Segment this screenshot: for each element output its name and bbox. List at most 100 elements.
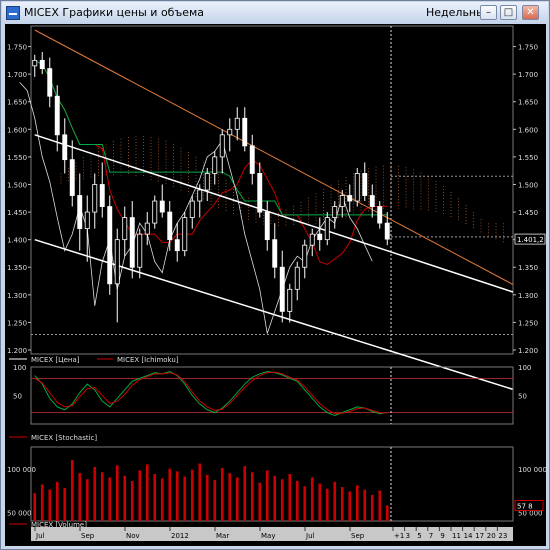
candle-body bbox=[309, 233, 315, 246]
candle-body bbox=[377, 206, 383, 224]
price-tick-label-right: 1.300 bbox=[518, 292, 538, 300]
price-tick-label-left: 1.350 bbox=[7, 264, 27, 272]
price-tick-label-right: 1.250 bbox=[518, 319, 538, 327]
time-tick-label: 9 bbox=[440, 532, 444, 540]
last-price-label: 1.401,2 bbox=[517, 236, 544, 244]
application-window: MICEX Графики цены и объема Недельный – … bbox=[0, 0, 550, 550]
stoch-tick-label-left: 50 bbox=[13, 393, 22, 401]
price-tick-label-left: 1.750 bbox=[7, 44, 27, 52]
price-tick-label-right: 1.650 bbox=[518, 99, 538, 107]
time-tick-label: 3 bbox=[406, 532, 410, 540]
time-tick-label: 11 bbox=[452, 532, 461, 540]
chart-app-icon bbox=[6, 6, 20, 20]
price-tick-label-right: 1.600 bbox=[518, 126, 538, 134]
price-tick-label-right: 1.750 bbox=[518, 44, 538, 52]
time-tick-label: Jul bbox=[305, 532, 315, 540]
candle-body bbox=[264, 211, 270, 241]
candle-body bbox=[144, 222, 150, 235]
legend-price: MICEX [Цена] bbox=[31, 356, 80, 364]
candle-body bbox=[137, 233, 143, 268]
candle-body bbox=[257, 173, 263, 213]
price-tick-label-right: 1.350 bbox=[518, 264, 538, 272]
candle-body bbox=[294, 266, 300, 290]
candle-body bbox=[242, 117, 248, 147]
time-tick-label: Sep bbox=[81, 532, 95, 540]
price-tick-label-left: 1.700 bbox=[7, 71, 27, 79]
candle-body bbox=[47, 68, 53, 97]
price-tick-label-right: 1.550 bbox=[518, 154, 538, 162]
time-tick-label: 7 bbox=[429, 532, 433, 540]
price-tick-label-right: 1.700 bbox=[518, 71, 538, 79]
time-tick-label: 2012 bbox=[171, 532, 189, 540]
candle-body bbox=[339, 195, 345, 207]
candle-body bbox=[324, 217, 330, 241]
time-axis: Jul Sep Nov 2012 Mar May Jul Sep +1 3 5 7 9 11 14 17 20 2… bbox=[31, 527, 513, 541]
volume-tick-label-right: 100 000 bbox=[518, 466, 546, 474]
candle-body bbox=[39, 59, 45, 70]
time-tick-label: +1 bbox=[394, 532, 404, 540]
candle-body bbox=[384, 222, 390, 240]
price-tick-label-right: 1.450 bbox=[518, 209, 538, 217]
time-tick-label: 14 bbox=[464, 532, 473, 540]
candle-body bbox=[92, 184, 98, 213]
candle-body bbox=[182, 217, 188, 252]
price-tick-label-right: 1.500 bbox=[518, 181, 538, 189]
price-tick-label-left: 1.550 bbox=[7, 154, 27, 162]
price-tick-label-left: 1.400 bbox=[7, 237, 27, 245]
title-bar[interactable]: MICEX Графики цены и объема Недельный – … bbox=[2, 2, 548, 24]
price-tick-label-right: 1.200 bbox=[518, 347, 538, 355]
candle-body bbox=[114, 239, 120, 285]
minimize-button[interactable]: – bbox=[480, 5, 497, 20]
candle-body bbox=[62, 134, 68, 161]
window-title: MICEX Графики цены и объема bbox=[24, 6, 205, 19]
candle-body bbox=[362, 173, 368, 196]
time-tick-label: 20 bbox=[487, 532, 496, 540]
price-tick-label-left: 1.650 bbox=[7, 99, 27, 107]
candle-body bbox=[54, 95, 60, 136]
candle-body bbox=[287, 288, 293, 312]
price-tick-label-left: 1.200 bbox=[7, 347, 27, 355]
price-tick-label-left: 1.250 bbox=[7, 319, 27, 327]
candle-body bbox=[354, 173, 360, 202]
time-tick-label: Jul bbox=[35, 532, 45, 540]
volume-tick-label-left: 100 000 bbox=[7, 466, 36, 474]
price-tick-label-left: 1.500 bbox=[7, 181, 27, 189]
time-tick-label: 5 bbox=[417, 532, 421, 540]
time-tick-label: Mar bbox=[216, 532, 229, 540]
candle-body bbox=[69, 159, 75, 196]
chart-area[interactable]: 1.750 1.750 1.700 1.700 1.650 1.650 1.600 1.600… bbox=[5, 24, 547, 546]
candle-body bbox=[77, 195, 83, 230]
legend-ichimoku: MICEX [Ichimoku] bbox=[117, 356, 179, 364]
volume-tick-label-left: 50 000 bbox=[7, 509, 32, 517]
candle-body bbox=[317, 233, 323, 241]
candle-body bbox=[249, 145, 255, 174]
stoch-tick-label-left: 100 bbox=[13, 364, 26, 372]
time-tick-label: 17 bbox=[475, 532, 484, 540]
time-tick-label: Nov bbox=[126, 532, 140, 540]
price-tick-label-left: 1.300 bbox=[7, 292, 27, 300]
candle-body bbox=[227, 128, 233, 136]
stoch-tick-label-right: 100 bbox=[518, 364, 531, 372]
candle-body bbox=[369, 195, 375, 207]
candle-body bbox=[129, 217, 135, 268]
time-tick-label: May bbox=[261, 532, 275, 540]
close-button[interactable]: ✕ bbox=[522, 5, 539, 20]
candle-body bbox=[84, 211, 90, 230]
price-volume-chart[interactable]: 1.750 1.750 1.700 1.700 1.650 1.650 1.600 1.600… bbox=[5, 24, 547, 546]
price-tick-label-left: 1.600 bbox=[7, 126, 27, 134]
candle-body bbox=[197, 189, 203, 202]
candle-body bbox=[32, 59, 38, 67]
candle-body bbox=[167, 211, 173, 241]
candle-body bbox=[107, 206, 113, 285]
candle-body bbox=[122, 217, 128, 241]
maximize-button[interactable]: □ bbox=[500, 5, 517, 20]
candle-body bbox=[159, 200, 165, 213]
price-tick-label-left: 1.450 bbox=[7, 209, 27, 217]
stoch-tick-label-right: 50 bbox=[518, 393, 527, 401]
time-tick-label: 23 bbox=[498, 532, 507, 540]
candle-body bbox=[332, 206, 338, 218]
candle-body bbox=[279, 266, 285, 312]
candle-body bbox=[347, 195, 353, 202]
candle-body bbox=[189, 200, 195, 218]
last-volume-label: 57 8 bbox=[517, 503, 533, 511]
